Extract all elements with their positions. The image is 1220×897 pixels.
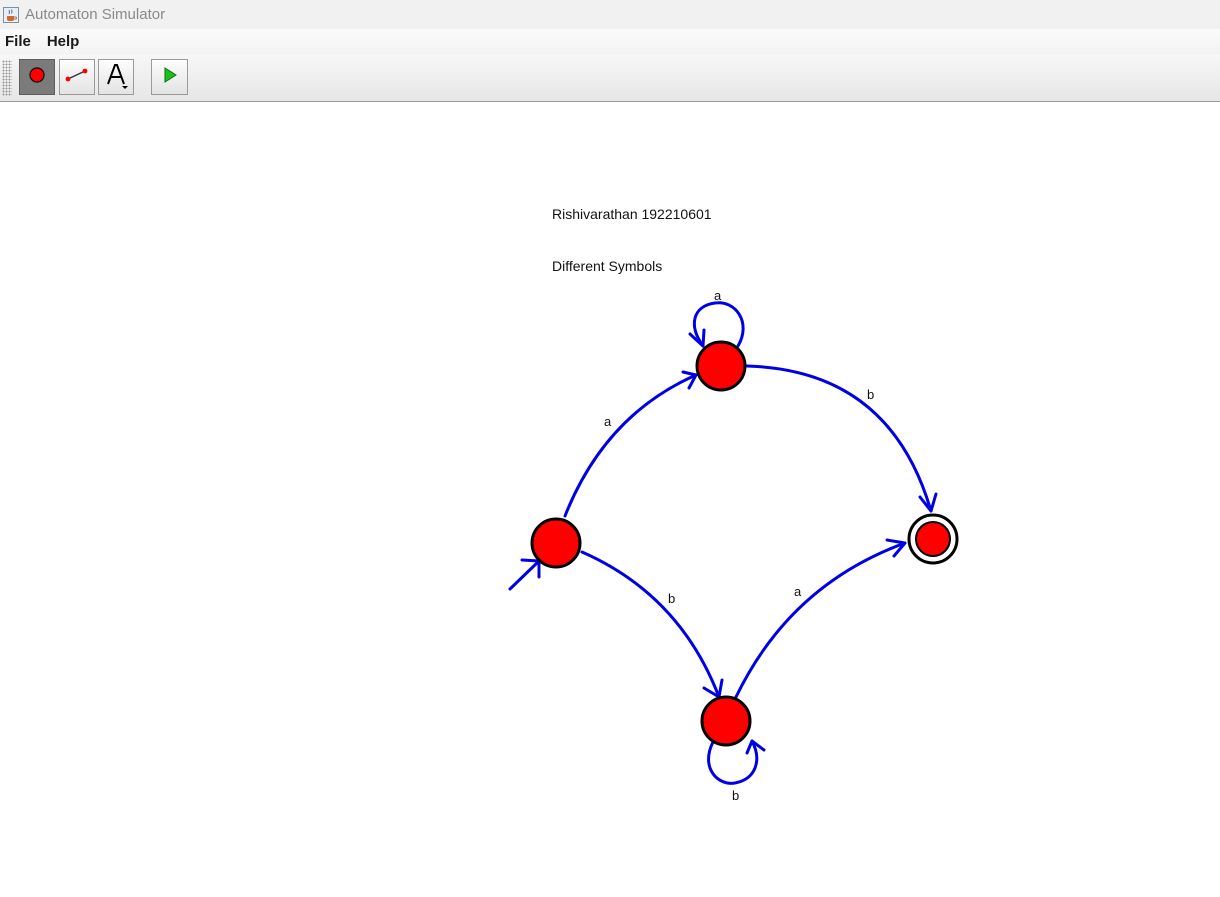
edge-label-q2-q3: a bbox=[794, 584, 802, 599]
text-tool-button[interactable] bbox=[98, 59, 134, 95]
window-title: Automaton Simulator bbox=[25, 6, 166, 23]
edge-label-q1-q1: a bbox=[714, 288, 722, 303]
text-a-icon bbox=[101, 60, 131, 95]
run-button[interactable] bbox=[151, 59, 188, 95]
edge-label-q2-q2: b bbox=[732, 788, 739, 803]
menu-bar: File Help bbox=[0, 29, 1220, 54]
transition-q1-q3[interactable] bbox=[745, 364, 938, 513]
edge-line-icon bbox=[63, 65, 91, 90]
transition-tool-button[interactable] bbox=[59, 59, 95, 95]
menu-help[interactable]: Help bbox=[39, 33, 88, 50]
state-q1[interactable] bbox=[695, 340, 747, 392]
state-tool-button[interactable] bbox=[19, 59, 55, 95]
menu-file[interactable]: File bbox=[0, 33, 39, 50]
toolbar bbox=[0, 54, 1220, 102]
automaton-diagram[interactable]: a a b b a b bbox=[0, 102, 1220, 897]
transition-q2-q3[interactable] bbox=[734, 538, 907, 699]
toolbar-grip[interactable] bbox=[2, 60, 12, 96]
red-circle-icon bbox=[28, 66, 46, 89]
transition-q0-q2[interactable] bbox=[580, 550, 724, 699]
transition-q1-q1[interactable] bbox=[688, 301, 745, 348]
state-q3[interactable] bbox=[907, 513, 959, 565]
start-arrow bbox=[508, 558, 541, 591]
transition-q2-q2[interactable] bbox=[707, 739, 766, 785]
edge-label-q1-q3: b bbox=[867, 387, 874, 402]
state-q0[interactable] bbox=[530, 517, 582, 569]
edge-label-q0-q1: a bbox=[604, 414, 612, 429]
play-icon bbox=[161, 66, 179, 89]
state-q2[interactable] bbox=[700, 695, 752, 747]
edge-label-q0-q2: b bbox=[668, 591, 675, 606]
title-bar: Automaton Simulator bbox=[0, 0, 1220, 29]
transition-q0-q1[interactable] bbox=[563, 370, 698, 518]
drawing-canvas[interactable]: Rishivarathan 192210601 Different Symbol… bbox=[0, 102, 1220, 897]
java-cup-icon bbox=[2, 6, 20, 24]
